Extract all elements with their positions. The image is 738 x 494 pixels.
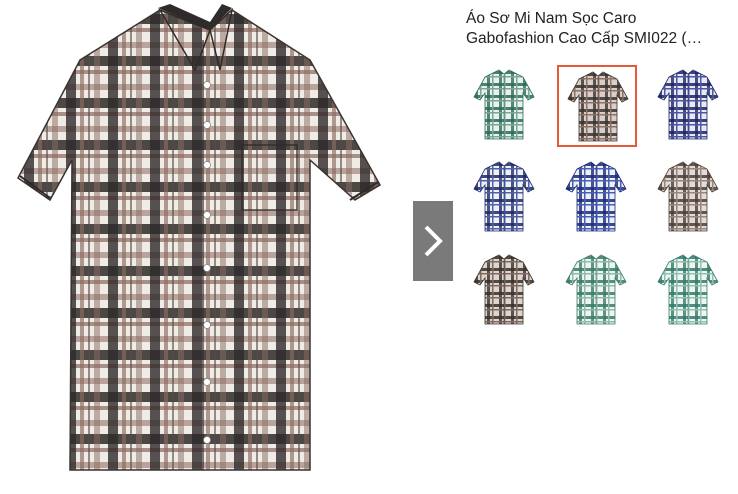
product-title: Áo Sơ Mi Nam Sọc Caro Gabofashion Cao Cấ…: [466, 9, 732, 49]
thumb-navy-white-plaid[interactable]: [465, 157, 545, 239]
shirt-thumbnail-icon: [565, 254, 627, 325]
shirt-thumbnail-icon: [657, 161, 719, 232]
thumb-navy-plaid[interactable]: [649, 65, 729, 147]
shirt-thumbnail-icon: [657, 254, 719, 325]
product-title-line1: Áo Sơ Mi Nam Sọc Caro: [466, 10, 637, 27]
product-title-line2: Gabofashion Cao Cấp SMI022 (…: [466, 30, 703, 47]
thumb-dark-brown-plaid[interactable]: [465, 250, 545, 332]
shirt-thumbnail-icon: [565, 161, 627, 232]
thumbnail-gallery: [465, 65, 735, 345]
plaid-shirt-image: [17, 4, 382, 471]
chevron-right-icon: [424, 225, 443, 257]
shirt-thumbnail-icon: [473, 161, 535, 232]
thumb-blue-plaid[interactable]: [557, 157, 637, 239]
thumb-grey-brown-plaid[interactable]: [649, 157, 729, 239]
main-product-image: [10, 0, 382, 489]
shirt-thumbnail-icon: [567, 71, 629, 142]
next-image-button[interactable]: [413, 201, 453, 281]
shirt-thumbnail-icon: [473, 69, 535, 140]
thumb-green-plaid[interactable]: [465, 65, 545, 147]
shirt-thumbnail-icon: [473, 254, 535, 325]
thumb-teal-plaid[interactable]: [649, 250, 729, 332]
thumb-brown-plaid[interactable]: [557, 65, 637, 147]
shirt-thumbnail-icon: [657, 69, 719, 140]
thumb-mint-plaid[interactable]: [557, 250, 637, 332]
